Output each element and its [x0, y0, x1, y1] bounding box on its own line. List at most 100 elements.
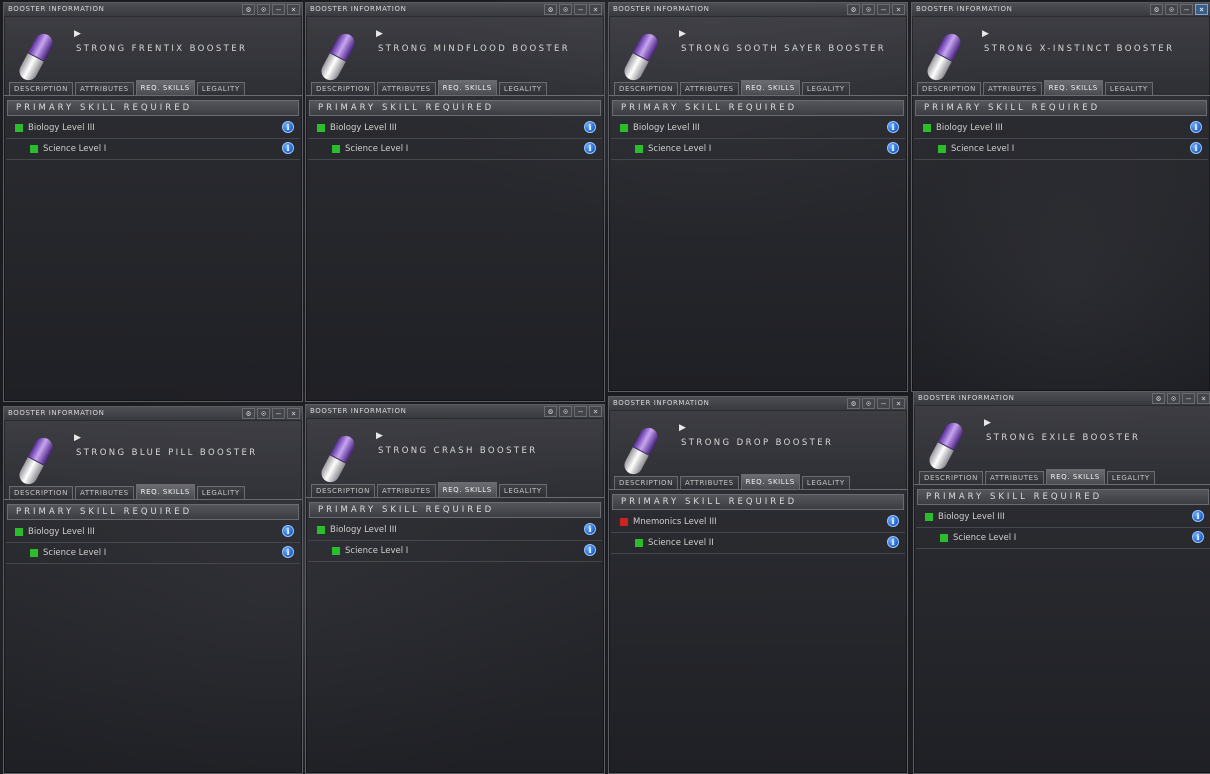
minimize-icon[interactable]: –: [272, 4, 285, 15]
info-icon[interactable]: i: [282, 525, 294, 537]
minimize-icon[interactable]: –: [1180, 4, 1193, 15]
tab-attributes[interactable]: ATTRIBUTES: [982, 82, 1042, 95]
skill-row-prerequisite[interactable]: Science Level II i: [611, 533, 905, 554]
options-icon[interactable]: ⊙: [862, 4, 875, 15]
pin-icon[interactable]: ⚙: [847, 398, 860, 409]
pin-icon[interactable]: ⚙: [544, 406, 557, 417]
minimize-icon[interactable]: –: [272, 408, 285, 419]
tab-legality[interactable]: LEGALITY: [196, 82, 245, 95]
options-icon[interactable]: ⊙: [1165, 4, 1178, 15]
tab-req-skills[interactable]: REQ. SKILLS: [740, 474, 800, 489]
close-icon[interactable]: ×: [892, 398, 905, 409]
info-icon[interactable]: i: [584, 121, 596, 133]
tab-description[interactable]: DESCRIPTION: [614, 82, 678, 95]
minimize-icon[interactable]: –: [877, 4, 890, 15]
tab-req-skills[interactable]: REQ. SKILLS: [437, 482, 497, 497]
tab-req-skills[interactable]: REQ. SKILLS: [437, 80, 497, 95]
minimize-icon[interactable]: –: [574, 406, 587, 417]
tab-req-skills[interactable]: REQ. SKILLS: [1045, 469, 1105, 484]
tab-legality[interactable]: LEGALITY: [498, 484, 547, 497]
skill-row-primary[interactable]: Biology Level III i: [308, 118, 602, 139]
pin-icon[interactable]: ⚙: [1152, 393, 1165, 404]
expand-arrow-icon[interactable]: ▶: [679, 423, 686, 433]
info-icon[interactable]: i: [282, 546, 294, 558]
window-titlebar[interactable]: BOOSTER INFORMATION ⚙ ⊙ – ×: [609, 3, 907, 17]
skill-row-primary[interactable]: Biology Level III i: [914, 118, 1208, 139]
expand-arrow-icon[interactable]: ▶: [376, 431, 383, 441]
window-titlebar[interactable]: BOOSTER INFORMATION ⚙ ⊙ – ×: [4, 407, 302, 421]
expand-arrow-icon[interactable]: ▶: [74, 433, 81, 443]
skill-row-primary[interactable]: Biology Level III i: [916, 507, 1210, 528]
tab-attributes[interactable]: ATTRIBUTES: [74, 82, 134, 95]
tab-attributes[interactable]: ATTRIBUTES: [74, 486, 134, 499]
tab-description[interactable]: DESCRIPTION: [917, 82, 981, 95]
skill-row-prerequisite[interactable]: Science Level I i: [6, 139, 300, 160]
expand-arrow-icon[interactable]: ▶: [679, 29, 686, 39]
tab-attributes[interactable]: ATTRIBUTES: [984, 471, 1044, 484]
skill-row-primary[interactable]: Biology Level III i: [6, 522, 300, 543]
info-icon[interactable]: i: [1192, 510, 1204, 522]
close-icon[interactable]: ×: [892, 4, 905, 15]
skill-row-primary[interactable]: Mnemonics Level III i: [611, 512, 905, 533]
tab-description[interactable]: DESCRIPTION: [614, 476, 678, 489]
tab-attributes[interactable]: ATTRIBUTES: [376, 82, 436, 95]
info-icon[interactable]: i: [584, 142, 596, 154]
tab-legality[interactable]: LEGALITY: [801, 476, 850, 489]
skill-row-prerequisite[interactable]: Science Level I i: [916, 528, 1210, 549]
info-icon[interactable]: i: [887, 515, 899, 527]
pin-icon[interactable]: ⚙: [242, 4, 255, 15]
skill-row-prerequisite[interactable]: Science Level I i: [308, 139, 602, 160]
minimize-icon[interactable]: –: [574, 4, 587, 15]
info-icon[interactable]: i: [1190, 121, 1202, 133]
expand-arrow-icon[interactable]: ▶: [984, 418, 991, 428]
close-icon[interactable]: ×: [287, 408, 300, 419]
skill-row-primary[interactable]: Biology Level III i: [6, 118, 300, 139]
skill-row-prerequisite[interactable]: Science Level I i: [914, 139, 1208, 160]
skill-row-primary[interactable]: Biology Level III i: [611, 118, 905, 139]
options-icon[interactable]: ⊙: [257, 4, 270, 15]
tab-legality[interactable]: LEGALITY: [498, 82, 547, 95]
skill-row-prerequisite[interactable]: Science Level I i: [308, 541, 602, 562]
pin-icon[interactable]: ⚙: [544, 4, 557, 15]
tab-description[interactable]: DESCRIPTION: [9, 82, 73, 95]
tab-attributes[interactable]: ATTRIBUTES: [679, 82, 739, 95]
options-icon[interactable]: ⊙: [862, 398, 875, 409]
tab-description[interactable]: DESCRIPTION: [9, 486, 73, 499]
pin-icon[interactable]: ⚙: [242, 408, 255, 419]
info-icon[interactable]: i: [282, 142, 294, 154]
window-titlebar[interactable]: BOOSTER INFORMATION ⚙ ⊙ – ×: [306, 405, 604, 419]
info-icon[interactable]: i: [1190, 142, 1202, 154]
window-titlebar[interactable]: BOOSTER INFORMATION ⚙ ⊙ – ×: [914, 392, 1210, 406]
tab-req-skills[interactable]: REQ. SKILLS: [1043, 80, 1103, 95]
options-icon[interactable]: ⊙: [257, 408, 270, 419]
window-titlebar[interactable]: BOOSTER INFORMATION ⚙ ⊙ – ×: [609, 397, 907, 411]
info-icon[interactable]: i: [887, 142, 899, 154]
close-icon[interactable]: ×: [287, 4, 300, 15]
expand-arrow-icon[interactable]: ▶: [982, 29, 989, 39]
tab-legality[interactable]: LEGALITY: [1104, 82, 1153, 95]
tab-description[interactable]: DESCRIPTION: [919, 471, 983, 484]
tab-legality[interactable]: LEGALITY: [1106, 471, 1155, 484]
window-titlebar[interactable]: BOOSTER INFORMATION ⚙ ⊙ – ×: [912, 3, 1210, 17]
window-titlebar[interactable]: BOOSTER INFORMATION ⚙ ⊙ – ×: [4, 3, 302, 17]
close-icon[interactable]: ×: [589, 406, 602, 417]
tab-legality[interactable]: LEGALITY: [196, 486, 245, 499]
tab-attributes[interactable]: ATTRIBUTES: [376, 484, 436, 497]
info-icon[interactable]: i: [282, 121, 294, 133]
window-titlebar[interactable]: BOOSTER INFORMATION ⚙ ⊙ – ×: [306, 3, 604, 17]
tab-description[interactable]: DESCRIPTION: [311, 82, 375, 95]
expand-arrow-icon[interactable]: ▶: [74, 29, 81, 39]
pin-icon[interactable]: ⚙: [1150, 4, 1163, 15]
info-icon[interactable]: i: [584, 523, 596, 535]
close-icon[interactable]: ×: [1195, 4, 1208, 15]
skill-row-prerequisite[interactable]: Science Level I i: [6, 543, 300, 564]
close-icon[interactable]: ×: [1197, 393, 1210, 404]
options-icon[interactable]: ⊙: [1167, 393, 1180, 404]
expand-arrow-icon[interactable]: ▶: [376, 29, 383, 39]
minimize-icon[interactable]: –: [1182, 393, 1195, 404]
tab-req-skills[interactable]: REQ. SKILLS: [740, 80, 800, 95]
minimize-icon[interactable]: –: [877, 398, 890, 409]
info-icon[interactable]: i: [1192, 531, 1204, 543]
options-icon[interactable]: ⊙: [559, 4, 572, 15]
tab-req-skills[interactable]: REQ. SKILLS: [135, 80, 195, 95]
